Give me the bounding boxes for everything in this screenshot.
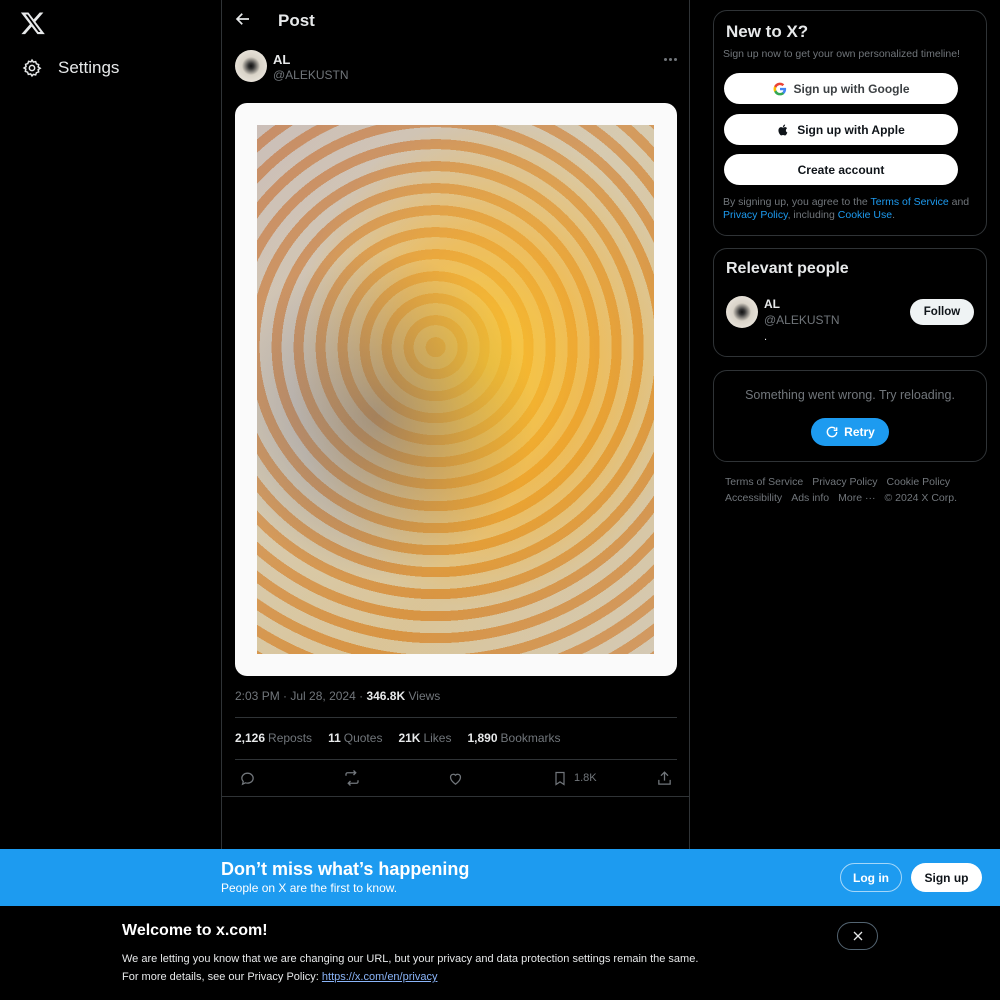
x-logo-icon[interactable]	[20, 10, 46, 36]
post-date[interactable]: Jul 28, 2024	[290, 689, 355, 703]
error-card: Something went wrong. Try reloading. Ret…	[713, 370, 987, 462]
welcome-line-2: For more details, see our Privacy Policy…	[122, 971, 438, 983]
author-handle[interactable]: @ALEKUSTN	[273, 68, 349, 82]
author-name[interactable]: AL	[273, 52, 290, 67]
privacy-policy-link[interactable]: https://x.com/en/privacy	[322, 971, 438, 983]
stat-quotes[interactable]: 11 Quotes	[328, 731, 382, 745]
stat-likes[interactable]: 21K Likes	[398, 731, 451, 745]
welcome-title: Welcome to x.com!	[122, 922, 268, 939]
relevant-people-card: Relevant people AL @ALEKUSTN . Follow	[713, 248, 987, 357]
apple-icon	[778, 124, 788, 135]
gear-icon	[22, 58, 42, 78]
close-icon[interactable]	[837, 922, 878, 950]
divider	[235, 759, 677, 760]
signup-banner: Don’t miss what’s happening People on X …	[0, 849, 1000, 906]
signup-card-title: New to X?	[726, 22, 809, 41]
person-handle[interactable]: @ALEKUSTN	[764, 313, 840, 327]
footer-more[interactable]: More ···	[838, 492, 875, 504]
post-time[interactable]: 2:03 PM	[235, 689, 280, 703]
back-arrow-icon[interactable]	[234, 10, 256, 32]
banner-subtitle: People on X are the first to know.	[221, 881, 398, 895]
stats-row: 2,126 Reposts 11 Quotes 21K Likes 1,890 Book…	[235, 731, 561, 745]
relevant-people-title: Relevant people	[726, 260, 849, 277]
avatar[interactable]	[235, 50, 267, 82]
privacy-link[interactable]: Privacy Policy	[723, 209, 788, 221]
stat-bookmarks[interactable]: 1,890 Bookmarks	[467, 731, 560, 745]
post-meta: 2:03 PM · Jul 28, 2024 · 346.8K Views	[235, 689, 441, 703]
person-name[interactable]: AL	[764, 297, 780, 311]
footer-copyright: © 2024 X Corp.	[884, 492, 958, 504]
avatar[interactable]	[726, 296, 758, 328]
follow-button[interactable]: Follow	[910, 299, 974, 325]
login-button[interactable]: Log in	[840, 863, 902, 892]
footer-ads-info[interactable]: Ads info	[791, 492, 829, 504]
cookie-link[interactable]: Cookie Use	[838, 209, 892, 221]
google-icon	[773, 82, 786, 95]
signup-apple-button[interactable]: Sign up with Apple	[724, 114, 958, 145]
signup-button[interactable]: Sign up	[911, 863, 982, 892]
banner-title: Don’t miss what’s happening	[221, 859, 470, 879]
views-count: 346.8K	[366, 689, 406, 703]
create-account-button[interactable]: Create account	[724, 154, 958, 185]
post-column: Post AL @ALEKUSTN 2:03 PM · Jul 28, 2024…	[221, 0, 690, 850]
signup-legal-text: By signing up, you agree to the Terms of…	[723, 196, 970, 221]
welcome-line-1: We are letting you know that we are chan…	[122, 953, 699, 965]
signup-card-subtitle: Sign up now to get your own personalized…	[723, 48, 960, 60]
reply-icon[interactable]	[239, 768, 256, 788]
error-message: Something went wrong. Try reloading.	[745, 388, 955, 402]
signup-card: New to X? Sign up now to get your own pe…	[713, 10, 987, 236]
page-title: Post	[278, 11, 315, 30]
bookmark-count: 1.8K	[574, 772, 597, 784]
footer-cookie[interactable]: Cookie Policy	[887, 476, 951, 488]
nav-settings-label: Settings	[58, 58, 120, 77]
divider	[222, 796, 689, 797]
artwork-image	[257, 125, 654, 654]
welcome-body: We are letting you know that we are chan…	[122, 950, 698, 986]
retry-label: Retry	[844, 425, 875, 439]
retry-button[interactable]: Retry	[811, 418, 889, 446]
views-label: Views	[408, 689, 441, 703]
person-bio: .	[764, 331, 768, 343]
share-icon[interactable]	[656, 768, 673, 788]
bookmark-icon	[555, 771, 565, 786]
stat-reposts[interactable]: 2,126 Reposts	[235, 731, 312, 745]
post-image[interactable]	[235, 103, 677, 676]
footer-privacy[interactable]: Privacy Policy	[812, 476, 877, 488]
like-icon[interactable]	[447, 768, 464, 788]
nav-settings[interactable]: Settings	[22, 56, 119, 80]
footer-accessibility[interactable]: Accessibility	[725, 492, 782, 504]
footer-links: Terms of Service Privacy Policy Cookie Pol…	[725, 474, 985, 506]
footer-terms[interactable]: Terms of Service	[725, 476, 803, 488]
repost-icon[interactable]	[343, 768, 361, 788]
welcome-notice: Welcome to x.com! We are letting you kno…	[0, 906, 1000, 1000]
action-bar: 1.8K	[235, 768, 677, 788]
retry-icon	[826, 426, 838, 438]
divider	[235, 717, 677, 718]
bookmark-button[interactable]: 1.8K	[552, 768, 597, 788]
signup-google-label: Sign up with Google	[793, 81, 910, 96]
signup-google-button[interactable]: Sign up with Google	[724, 73, 958, 104]
signup-apple-label: Sign up with Apple	[797, 122, 905, 137]
terms-link[interactable]: Terms of Service	[871, 196, 949, 208]
more-dots-icon[interactable]	[659, 50, 681, 68]
post-header: Post	[222, 0, 689, 42]
